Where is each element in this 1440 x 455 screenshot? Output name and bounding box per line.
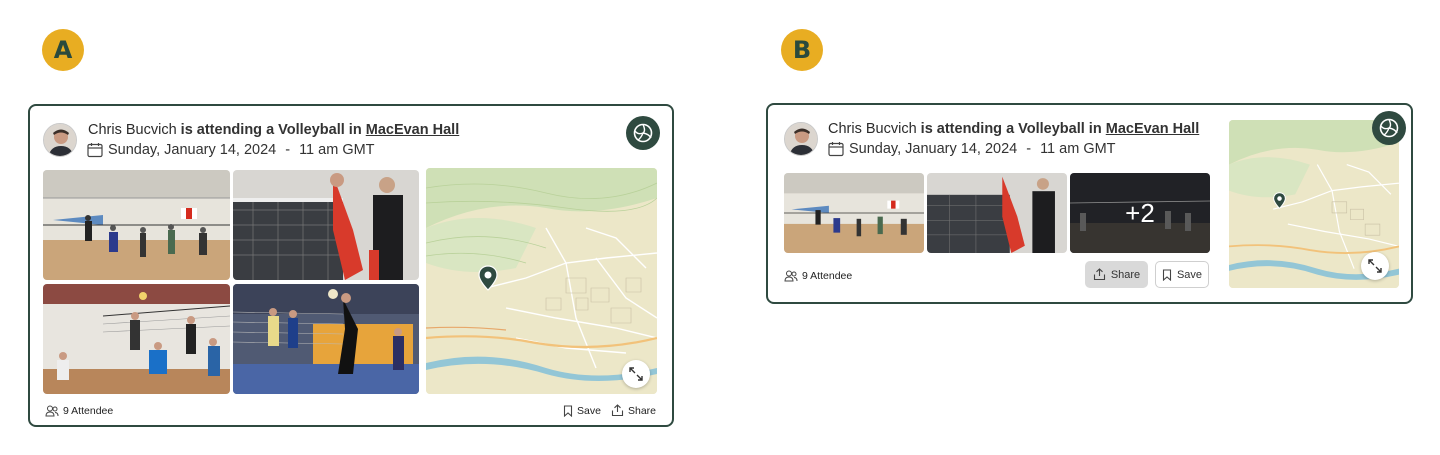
avatar-image (44, 124, 76, 156)
save-label: Save (1176, 268, 1203, 281)
separator: - (285, 142, 291, 158)
share-icon (611, 404, 624, 417)
share-label: Share (628, 404, 657, 417)
user-name[interactable]: Chris Bucvich (828, 121, 917, 137)
event-date: Sunday, January 14, 2024 (108, 142, 277, 158)
people-icon (45, 405, 59, 417)
map-pin-icon (1273, 192, 1286, 209)
save-button[interactable]: Save (563, 405, 601, 417)
share-button[interactable]: Share (1085, 261, 1148, 288)
share-button[interactable]: Share (611, 404, 656, 417)
event-date: Sunday, January 14, 2024 (849, 141, 1018, 157)
event-card-a: Chris Bucvich is attending a Volleyball … (28, 104, 674, 427)
separator: - (1026, 141, 1032, 157)
people-icon (784, 270, 798, 282)
photo-more[interactable]: +2 (1070, 173, 1210, 253)
bookmark-icon (1162, 268, 1172, 281)
expand-map-button[interactable] (1361, 252, 1389, 280)
save-button[interactable]: Save (1155, 261, 1209, 288)
post-title: Chris Bucvich is attending a Volleyball … (828, 121, 1199, 137)
volleyball-icon (626, 116, 660, 150)
bookmark-icon (563, 405, 573, 417)
photo-3[interactable] (43, 284, 230, 394)
calendar-icon (87, 143, 103, 158)
attendees-count[interactable]: 9 Attendee (45, 405, 113, 417)
event-datetime: Sunday, January 14, 2024 - 11 am GMT (828, 141, 1116, 157)
photo-1[interactable] (43, 170, 230, 280)
post-title: Chris Bucvich is attending a Volleyball … (88, 122, 459, 138)
save-label: Save (577, 405, 601, 417)
avatar[interactable] (43, 123, 77, 157)
calendar-icon (828, 142, 844, 157)
avatar-image (785, 123, 817, 155)
action-text: is attending a Volleyball in (180, 122, 362, 138)
photo-2[interactable] (233, 170, 419, 280)
share-label: Share (1110, 268, 1141, 281)
event-time: 11 am GMT (1040, 141, 1116, 157)
location-map[interactable] (426, 168, 657, 394)
event-time: 11 am GMT (299, 142, 375, 158)
expand-map-button[interactable] (622, 360, 650, 388)
share-icon (1093, 268, 1105, 281)
expand-icon (1368, 259, 1382, 273)
attendees-count[interactable]: 9 Attendee (784, 270, 852, 282)
map-pin-icon (478, 265, 498, 291)
variant-a-badge: A (42, 29, 84, 71)
location-map[interactable] (1229, 120, 1399, 288)
venue-link[interactable]: MacEvan Hall (1106, 121, 1200, 137)
user-name[interactable]: Chris Bucvich (88, 122, 177, 138)
avatar[interactable] (784, 122, 818, 156)
venue-link[interactable]: MacEvan Hall (366, 122, 460, 138)
more-photos-count: +2 (1070, 173, 1210, 253)
event-datetime: Sunday, January 14, 2024 - 11 am GMT (87, 142, 375, 158)
photo-4[interactable] (233, 284, 419, 394)
photo-2[interactable] (927, 173, 1067, 253)
attendees-label: 9 Attendee (802, 270, 853, 282)
variant-b-badge: B (781, 29, 823, 71)
photo-1[interactable] (784, 173, 924, 253)
expand-icon (629, 367, 643, 381)
volleyball-icon (1372, 111, 1406, 145)
action-text: is attending a Volleyball in (920, 121, 1102, 137)
event-card-b: Chris Bucvich is attending a Volleyball … (766, 103, 1413, 304)
attendees-label: 9 Attendee (63, 405, 114, 417)
